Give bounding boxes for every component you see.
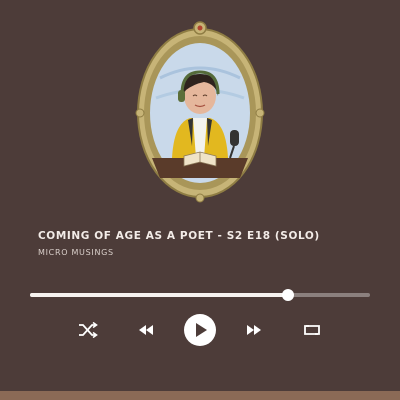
repeat-icon bbox=[304, 325, 320, 335]
episode-title: COMING OF AGE AS A POET - S2 E18 (SOLO) bbox=[38, 230, 320, 242]
previous-button[interactable] bbox=[128, 312, 164, 348]
repeat-button[interactable] bbox=[294, 312, 330, 348]
next-button[interactable] bbox=[236, 312, 272, 348]
podcast-cover-art bbox=[130, 18, 270, 208]
next-icon bbox=[247, 325, 261, 335]
previous-icon bbox=[139, 325, 153, 335]
playback-controls bbox=[0, 312, 400, 348]
play-button[interactable] bbox=[182, 312, 218, 348]
podcast-name: MICRO MUSINGS bbox=[38, 248, 114, 257]
play-icon bbox=[184, 314, 216, 346]
shuffle-button[interactable] bbox=[70, 312, 106, 348]
bottom-accent-bar bbox=[0, 391, 400, 400]
progress-slider[interactable] bbox=[30, 288, 370, 302]
progress-thumb[interactable] bbox=[282, 289, 295, 301]
progress-fill bbox=[30, 293, 289, 297]
shuffle-icon bbox=[79, 322, 98, 338]
